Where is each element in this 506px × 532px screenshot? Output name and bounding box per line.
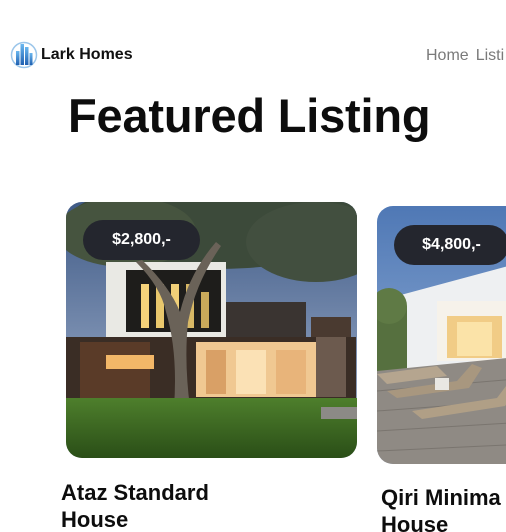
brand[interactable]: Lark Homes (10, 39, 133, 71)
brand-name: Lark Homes (41, 46, 133, 63)
main-nav: Home Listi (426, 47, 504, 65)
listing-name-line2: House (381, 512, 449, 532)
price-badge: $2,800,- (83, 220, 200, 260)
nav-home[interactable]: Home (426, 47, 469, 65)
listing-name-line2: House (61, 507, 129, 532)
listing-name-line1: Qiri Minima (381, 485, 501, 510)
listing-name-line1: Ataz Standard (61, 480, 209, 505)
nav-listings[interactable]: Listi (476, 47, 504, 65)
building-logo-icon (10, 41, 38, 69)
page: Lark Homes Home Listi Featured Listing $… (0, 0, 506, 532)
price-badge: $4,800,- (394, 225, 506, 265)
page-title: Featured Listing (68, 89, 431, 142)
